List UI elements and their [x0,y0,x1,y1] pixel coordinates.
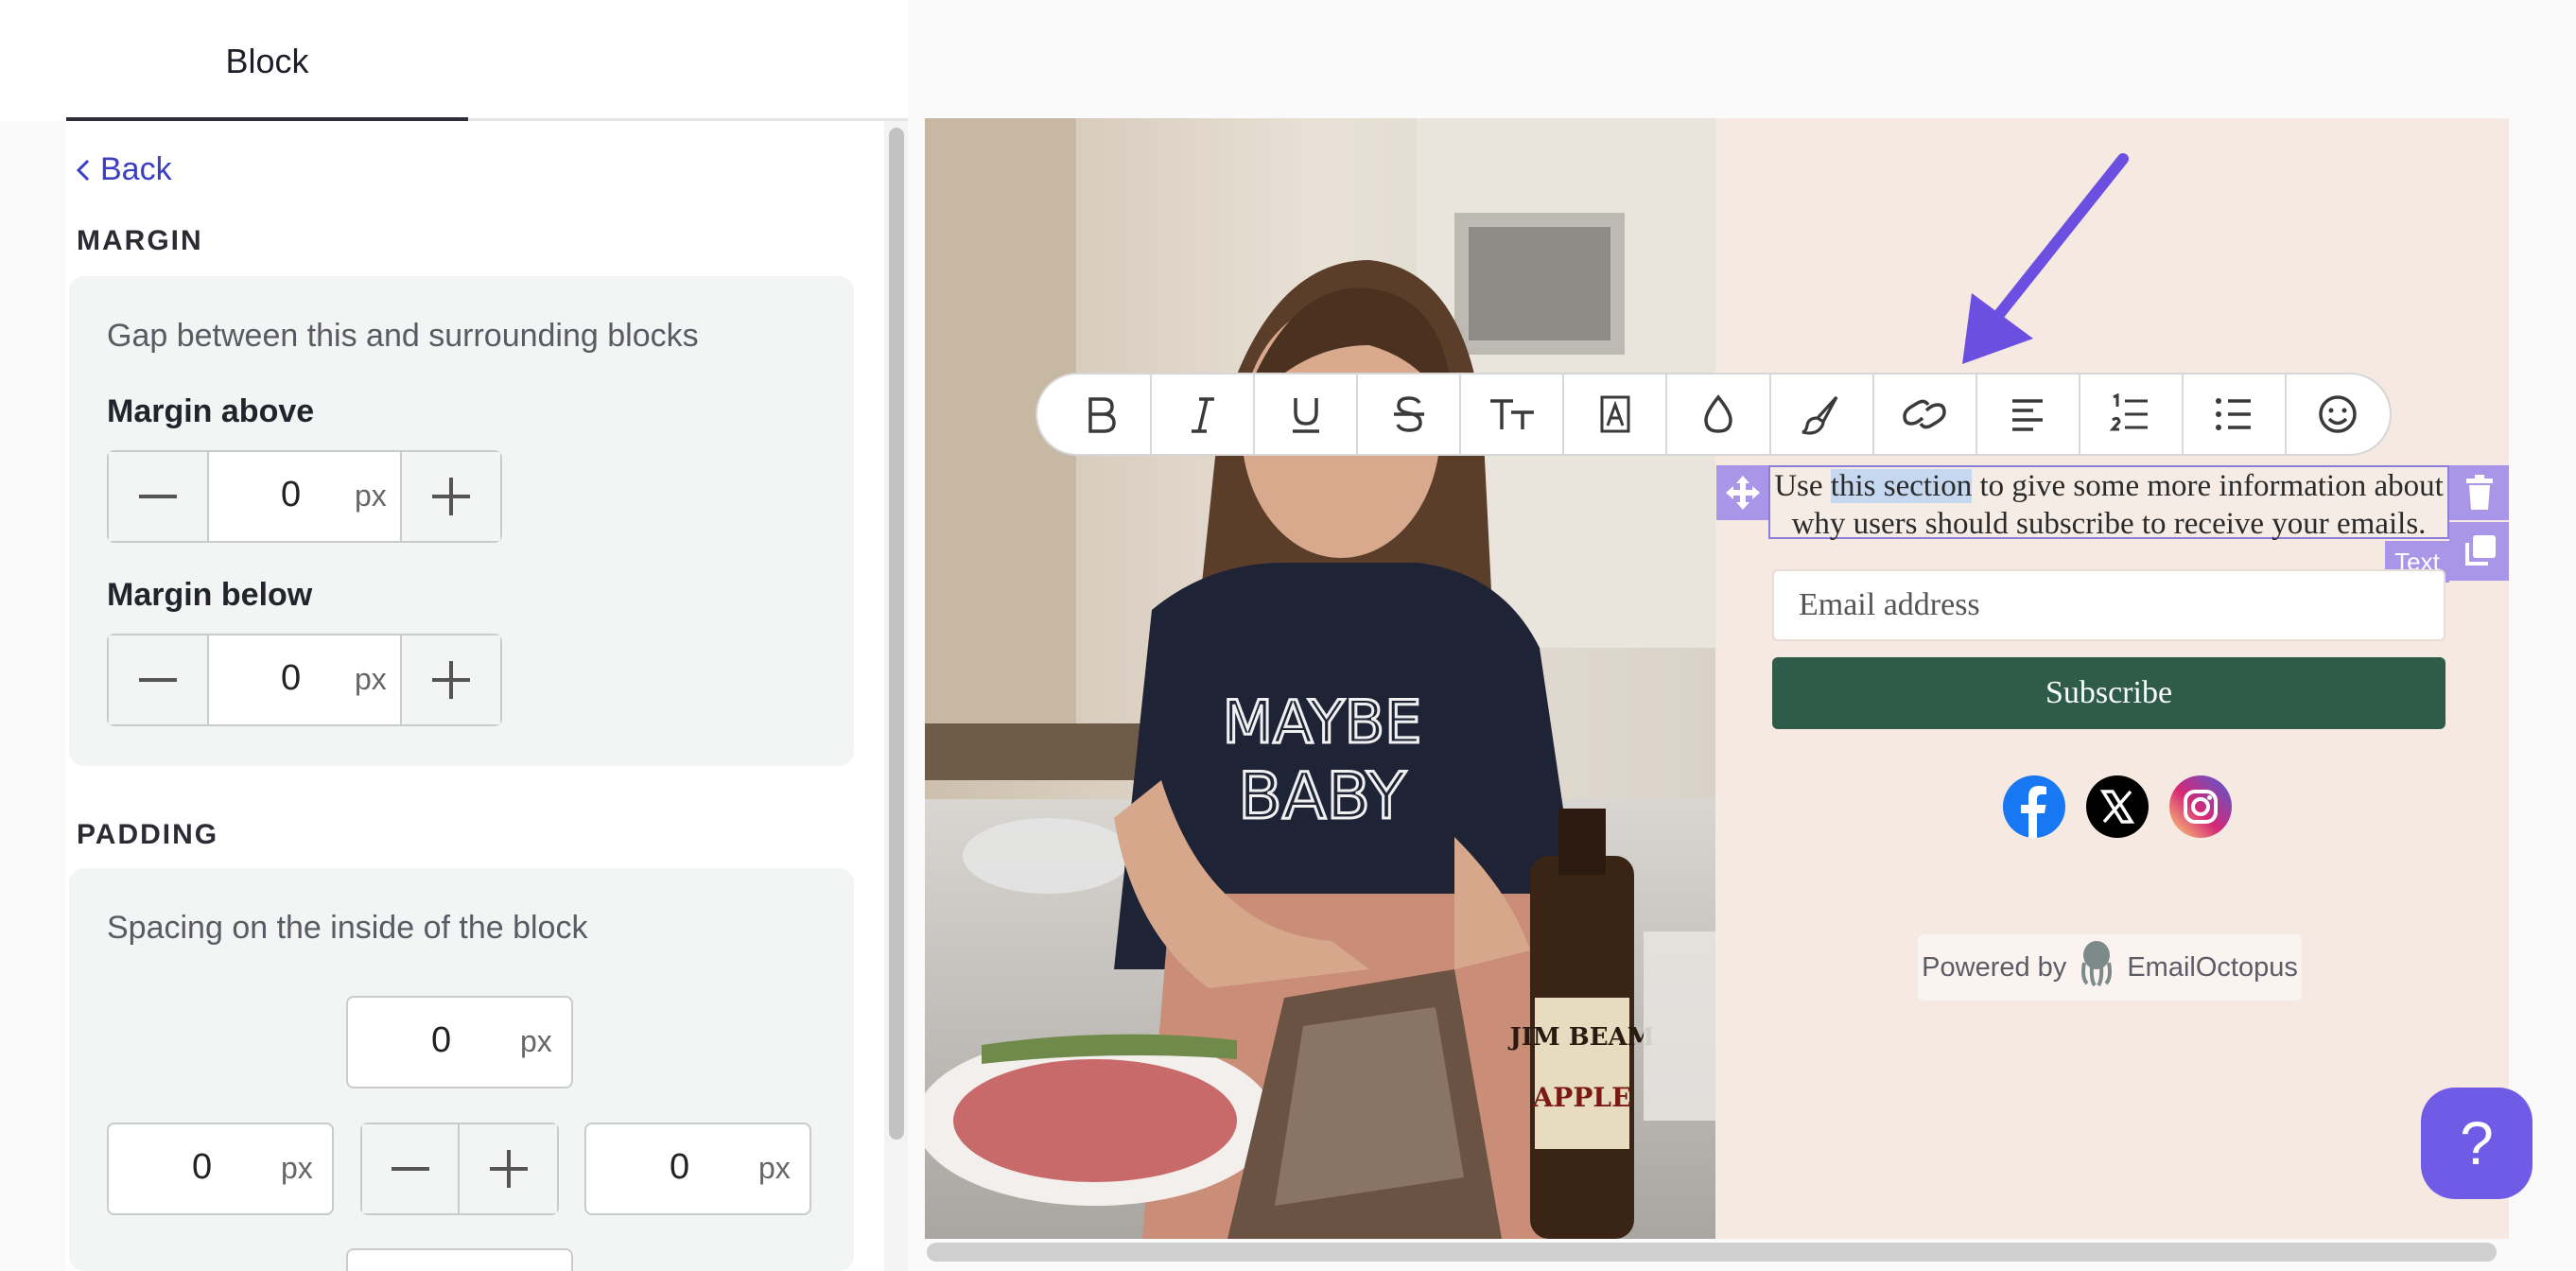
margin-above-label: Margin above [107,393,315,429]
emoji-button[interactable] [2287,374,2390,454]
plus-icon [432,661,470,699]
plus-icon [489,1150,528,1188]
padding-hint: Spacing on the inside of the block [107,910,588,946]
duplicate-icon [2464,535,2496,566]
increment-button[interactable] [402,636,500,724]
hero-image[interactable]: MAYBE BABY JIM BEAM APPLE [925,118,1715,1239]
margin-hint: Gap between this and surrounding blocks [107,318,699,354]
text-block-selected[interactable]: Use this section to give some more infor… [1768,465,2449,541]
text-style-icon [1600,395,1630,433]
octopus-logo-icon [2078,940,2115,995]
panel-scrollbar-thumb[interactable] [889,128,904,1140]
help-button[interactable]: ? [2421,1088,2532,1199]
powered-by-badge[interactable]: Powered by EmailOctopus [1918,934,2302,1001]
text-color-icon [1704,394,1732,433]
align-left-button[interactable] [1977,374,2080,454]
email-field[interactable]: Email address [1772,569,2445,641]
ordered-list-button[interactable] [2080,374,2184,454]
text-color-button[interactable] [1667,374,1771,454]
ordered-list-icon [2110,393,2149,431]
duplicate-block-button[interactable] [2449,522,2509,581]
highlight-brush-icon [1801,395,1838,435]
emoji-icon [2319,395,2358,433]
social-instagram[interactable] [2169,775,2232,843]
subscribe-button[interactable]: Subscribe [1772,657,2445,729]
facebook-icon [2003,775,2065,838]
decrement-button[interactable] [362,1124,460,1213]
italic-icon [1191,397,1214,433]
minus-icon [139,678,177,682]
decrement-button[interactable] [109,636,207,724]
underline-icon [1292,398,1319,433]
social-facebook[interactable] [2003,775,2065,843]
text-format-toolbar [1036,373,2392,456]
sweater-text-1: MAYBE [1223,688,1422,757]
strikethrough-icon [1393,396,1424,432]
padding-left-input[interactable]: 0 px [107,1123,334,1215]
annotation-arrow-icon [1962,153,2129,364]
bullet-list-icon [2216,398,2252,430]
underline-button[interactable] [1255,374,1359,454]
move-icon [1725,476,1760,510]
back-link[interactable]: Back [76,151,172,188]
back-label: Back [100,151,172,187]
padding-stepper [360,1123,559,1215]
bold-icon [1088,397,1116,433]
trash-icon [2465,475,2493,510]
chevron-left-icon [76,158,91,183]
text-selection: this section [1830,469,1973,503]
social-x[interactable] [2086,775,2149,843]
decrement-button[interactable] [109,452,207,541]
plus-icon [432,478,470,515]
powered-prefix: Powered by [1922,951,2067,983]
margin-below-input[interactable]: 0 px [207,636,402,724]
margin-above-stepper: 0 px [107,450,502,543]
bottle-text-1: JIM BEAM [1507,1023,1654,1052]
preview-horizontal-scrollbar[interactable] [927,1243,2497,1262]
x-icon [2086,775,2149,838]
margin-below-label: Margin below [107,577,313,613]
link-button[interactable] [1874,374,1977,454]
instagram-icon [2169,775,2232,838]
strikethrough-button[interactable] [1358,374,1462,454]
padding-heading: PADDING [77,819,219,850]
sweater-text-2: BABY [1238,759,1406,834]
italic-button[interactable] [1152,374,1256,454]
padding-bottom-input[interactable] [346,1248,573,1271]
increment-button[interactable] [460,1124,557,1213]
bullet-list-button[interactable] [2184,374,2287,454]
margin-heading: MARGIN [77,225,203,256]
powered-brand: EmailOctopus [2127,951,2298,983]
link-icon [1903,399,1946,429]
bold-button[interactable] [1049,374,1153,454]
bottle-text-2: APPLE [1532,1082,1632,1113]
minus-icon [139,495,177,498]
tab-block[interactable]: Block [66,42,468,102]
minus-icon [391,1167,429,1171]
delete-block-button[interactable] [2449,465,2509,520]
align-left-icon [2012,399,2044,431]
padding-top-input[interactable]: 0 px [346,996,573,1088]
highlight-button[interactable] [1771,374,1874,454]
text-style-button[interactable] [1564,374,1668,454]
text-size-icon [1489,399,1534,429]
padding-right-input[interactable]: 0 px [584,1123,811,1215]
move-block-handle[interactable] [1716,465,1768,520]
margin-below-stepper: 0 px [107,634,502,726]
text-size-button[interactable] [1461,374,1565,454]
increment-button[interactable] [402,452,500,541]
margin-above-input[interactable]: 0 px [207,452,402,541]
